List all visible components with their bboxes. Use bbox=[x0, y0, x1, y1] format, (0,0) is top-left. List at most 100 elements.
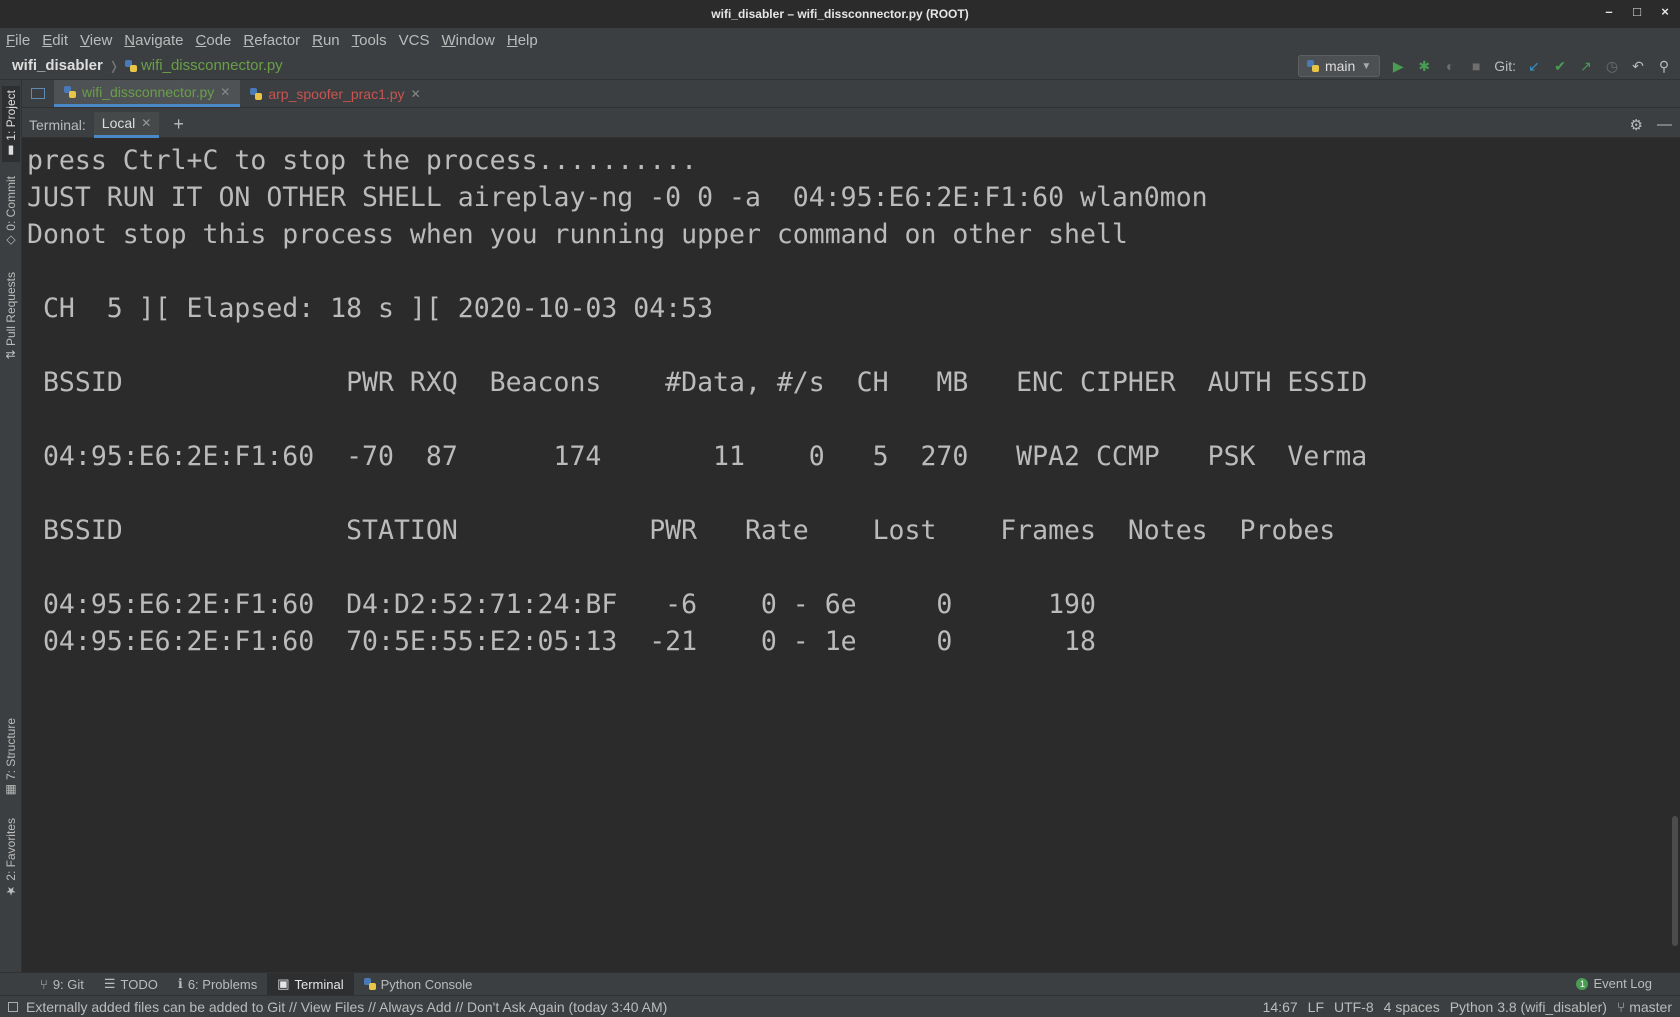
chevron-down-icon: ▼ bbox=[1361, 60, 1372, 72]
new-terminal-tab-button[interactable]: + bbox=[173, 114, 184, 135]
tool-tab-commit-label: 0: Commit bbox=[4, 176, 18, 231]
title-bar: wifi_disabler – wifi_dissconnector.py (R… bbox=[0, 0, 1680, 28]
rollback-icon[interactable]: ↶ bbox=[1630, 58, 1646, 74]
commit-icon: ◇ bbox=[4, 230, 18, 249]
tool-tab-python-console-label: Python Console bbox=[380, 976, 473, 992]
breadcrumb-file[interactable]: wifi_dissconnector.py bbox=[124, 57, 283, 74]
breadcrumb-project[interactable]: wifi_disabler bbox=[12, 57, 103, 74]
info-icon: ℹ bbox=[177, 976, 183, 991]
line-separator[interactable]: LF bbox=[1308, 999, 1324, 1015]
terminal-tab-local[interactable]: Local ✕ bbox=[93, 111, 160, 138]
coverage-icon[interactable]: ◐ bbox=[1442, 58, 1458, 74]
close-icon[interactable]: ✕ bbox=[141, 116, 151, 130]
git-branch-label: master bbox=[1629, 999, 1672, 1015]
stop-icon[interactable]: ■ bbox=[1468, 58, 1484, 74]
terminal-output-area[interactable]: press Ctrl+C to stop the process........… bbox=[22, 138, 1680, 972]
window-title: wifi_disabler – wifi_dissconnector.py (R… bbox=[711, 7, 969, 21]
python-file-icon bbox=[124, 59, 137, 72]
terminal-header-actions: ⚙ — bbox=[1630, 116, 1672, 134]
git-branch-icon: ⑂ bbox=[1616, 999, 1630, 1015]
menu-edit[interactable]: Edit bbox=[42, 32, 68, 49]
file-encoding[interactable]: UTF-8 bbox=[1334, 999, 1374, 1015]
close-icon[interactable]: ✕ bbox=[411, 87, 421, 101]
history-icon[interactable]: ◷ bbox=[1604, 58, 1620, 74]
close-button[interactable]: × bbox=[1658, 4, 1672, 19]
git-label: Git: bbox=[1494, 58, 1516, 74]
run-configuration-label: main bbox=[1324, 58, 1356, 74]
git-branch-widget[interactable]: ⑂ master bbox=[1617, 999, 1672, 1015]
maximize-button[interactable]: □ bbox=[1630, 4, 1644, 19]
git-commit-icon[interactable]: ✔ bbox=[1552, 58, 1568, 74]
git-update-icon[interactable]: ↙ bbox=[1526, 58, 1542, 74]
run-configuration-select[interactable]: main ▼ bbox=[1297, 55, 1381, 77]
event-log-button[interactable]: 1 Event Log bbox=[1576, 976, 1652, 991]
tool-tab-terminal-label: Terminal bbox=[294, 976, 344, 992]
terminal-icon: ▣ bbox=[277, 976, 290, 991]
editor-tabs: wifi_dissconnector.py ✕ arp_spoofer_prac… bbox=[22, 80, 1680, 108]
close-icon[interactable]: ✕ bbox=[220, 85, 230, 99]
debug-icon[interactable]: ✱ bbox=[1416, 58, 1432, 74]
status-message[interactable]: Externally added files can be added to G… bbox=[26, 999, 667, 1015]
menu-navigate[interactable]: Navigate bbox=[124, 32, 183, 49]
menu-vcs[interactable]: VCS bbox=[399, 32, 430, 49]
tool-tab-favorites-label: 2: Favorites bbox=[4, 818, 18, 881]
terminal-output: press Ctrl+C to stop the process........… bbox=[27, 145, 1368, 657]
menu-bar: File Edit View Navigate Code Refactor Ru… bbox=[0, 28, 1680, 52]
menu-help[interactable]: Help bbox=[507, 32, 538, 49]
tool-tab-structure[interactable]: ▦ 7: Structure bbox=[2, 714, 20, 801]
tool-tab-git-label: 9: Git bbox=[52, 976, 84, 992]
tool-tab-python-console[interactable]: Python Console bbox=[354, 973, 483, 995]
menu-code[interactable]: Code bbox=[196, 32, 232, 49]
list-icon: ☰ bbox=[103, 976, 116, 991]
caret-position[interactable]: 14:67 bbox=[1263, 999, 1298, 1015]
python-file-icon bbox=[250, 87, 263, 100]
left-tool-strip: ▮ 1: Project ◇ 0: Commit ⇅ Pull Requests… bbox=[0, 80, 22, 972]
tool-tab-problems-label: 6: Problems bbox=[187, 976, 258, 992]
menu-run[interactable]: Run bbox=[312, 32, 340, 49]
python-icon bbox=[1306, 60, 1319, 72]
status-toggle-icon[interactable] bbox=[8, 1001, 18, 1012]
status-widgets: 14:67 LF UTF-8 4 spaces Python 3.8 (wifi… bbox=[1263, 997, 1672, 1017]
tool-tab-todo[interactable]: ☰ TODO bbox=[94, 973, 168, 995]
menu-view[interactable]: View bbox=[80, 32, 112, 49]
tool-tab-problems[interactable]: ℹ 6: Problems bbox=[168, 973, 267, 995]
tool-tab-favorites[interactable]: ★ 2: Favorites bbox=[2, 814, 20, 902]
python-file-icon bbox=[64, 86, 76, 98]
tab-arp-spoofer-prac1[interactable]: arp_spoofer_prac1.py ✕ bbox=[240, 80, 430, 107]
pull-request-icon: ⇅ bbox=[4, 346, 18, 360]
tool-tab-pull-requests[interactable]: ⇅ Pull Requests bbox=[2, 268, 20, 363]
chevron-right-icon: ❭ bbox=[108, 58, 119, 73]
folder-icon: ▮ bbox=[4, 140, 18, 159]
show-sidebar-icon[interactable] bbox=[22, 80, 54, 107]
window-controls: – □ × bbox=[1602, 4, 1672, 19]
search-icon[interactable]: ⚲ bbox=[1656, 58, 1672, 74]
menu-file[interactable]: File bbox=[6, 32, 30, 49]
tab-wifi-dissconnector[interactable]: wifi_dissconnector.py ✕ bbox=[54, 80, 241, 107]
tool-tab-terminal[interactable]: ▣ Terminal bbox=[267, 973, 354, 995]
tool-tab-pull-requests-label: Pull Requests bbox=[4, 272, 18, 347]
main-toolbar: main ▼ ▶ ✱ ◐ ■ Git: ↙ ✔ ↗ ◷ ↶ ⚲ bbox=[1297, 52, 1680, 80]
menu-window[interactable]: Window bbox=[442, 32, 495, 49]
tool-tab-project[interactable]: ▮ 1: Project bbox=[2, 86, 20, 163]
indent-setting[interactable]: 4 spaces bbox=[1384, 999, 1440, 1015]
minimize-button[interactable]: – bbox=[1602, 4, 1616, 19]
tool-tab-commit[interactable]: ◇ 0: Commit bbox=[2, 172, 20, 252]
menu-tools[interactable]: Tools bbox=[352, 32, 387, 49]
tab-label: wifi_dissconnector.py bbox=[82, 84, 215, 100]
tool-tab-git[interactable]: ⑂ 9: Git bbox=[30, 973, 94, 995]
structure-icon: ▦ bbox=[4, 780, 18, 798]
menu-refactor[interactable]: Refactor bbox=[243, 32, 300, 49]
terminal-scrollbar[interactable] bbox=[1672, 816, 1678, 946]
python-icon bbox=[363, 978, 376, 990]
git-push-icon[interactable]: ↗ bbox=[1578, 58, 1594, 74]
terminal-tab-label: Local bbox=[101, 115, 136, 131]
star-icon: ★ bbox=[4, 880, 18, 899]
breadcrumb-file-label: wifi_dissconnector.py bbox=[140, 57, 283, 74]
gear-icon[interactable]: ⚙ bbox=[1630, 116, 1643, 134]
run-icon[interactable]: ▶ bbox=[1390, 58, 1406, 74]
status-bar: Externally added files can be added to G… bbox=[0, 995, 1680, 1017]
terminal-header: Terminal: Local ✕ + ⚙ — bbox=[22, 111, 1680, 138]
minimize-panel-icon[interactable]: — bbox=[1657, 116, 1672, 134]
python-interpreter[interactable]: Python 3.8 (wifi_disabler) bbox=[1450, 999, 1607, 1015]
event-count-badge: 1 bbox=[1576, 977, 1589, 990]
